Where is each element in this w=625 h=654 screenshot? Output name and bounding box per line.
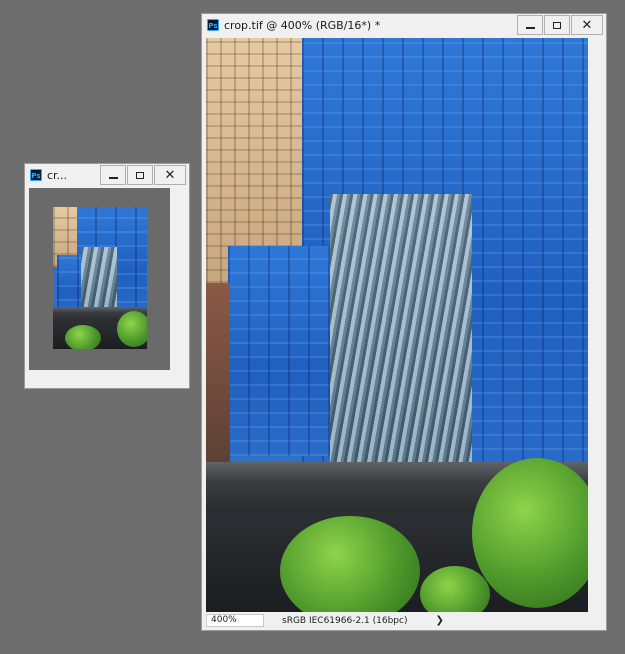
desktop: { "small_window": { "title": "cr...", "i…	[0, 0, 625, 654]
main-window-titlebar[interactable]: Ps crop.tif @ 400% (RGB/16*) * ✕	[202, 14, 606, 36]
maximize-icon	[553, 21, 561, 29]
minimize-button[interactable]	[100, 165, 126, 185]
minimize-button[interactable]	[517, 15, 543, 35]
maximize-button[interactable]	[127, 165, 153, 185]
maximize-icon	[136, 171, 144, 179]
maximize-button[interactable]	[544, 15, 570, 35]
ps-icon: Ps	[207, 19, 219, 31]
status-menu-arrow-icon[interactable]: ❯	[435, 615, 443, 626]
brick-strip	[206, 283, 230, 463]
status-bar: 400% sRGB IEC61966-2.1 (16bpc) ❯	[206, 613, 588, 628]
small-status-strip	[29, 370, 187, 386]
color-profile-label: sRGB IEC61966-2.1 (16bpc)	[282, 615, 408, 626]
close-icon: ✕	[581, 17, 593, 33]
small-document-window[interactable]: Ps cr... ✕	[24, 163, 190, 389]
minimize-icon	[108, 177, 118, 179]
close-button[interactable]: ✕	[154, 165, 186, 185]
small-photo-thumbnail	[53, 207, 147, 349]
blue-lower-block	[228, 246, 338, 456]
zoom-level-field[interactable]: 400%	[206, 614, 264, 627]
ps-icon: Ps	[30, 169, 42, 181]
close-icon: ✕	[164, 167, 176, 183]
glass-facade	[330, 194, 472, 464]
close-button[interactable]: ✕	[571, 15, 603, 35]
main-canvas-image[interactable]	[206, 38, 588, 612]
small-vertical-scrollbar[interactable]	[173, 188, 187, 370]
main-document-window[interactable]: Ps crop.tif @ 400% (RGB/16*) * ✕ 400% sR…	[201, 13, 607, 631]
main-window-title: crop.tif @ 400% (RGB/16*) *	[224, 18, 381, 32]
minimize-icon	[525, 27, 535, 29]
main-vertical-scrollbar[interactable]	[590, 38, 604, 612]
small-canvas-area[interactable]	[29, 188, 170, 370]
small-window-titlebar[interactable]: Ps cr... ✕	[25, 164, 189, 186]
small-window-title: cr...	[47, 168, 68, 182]
